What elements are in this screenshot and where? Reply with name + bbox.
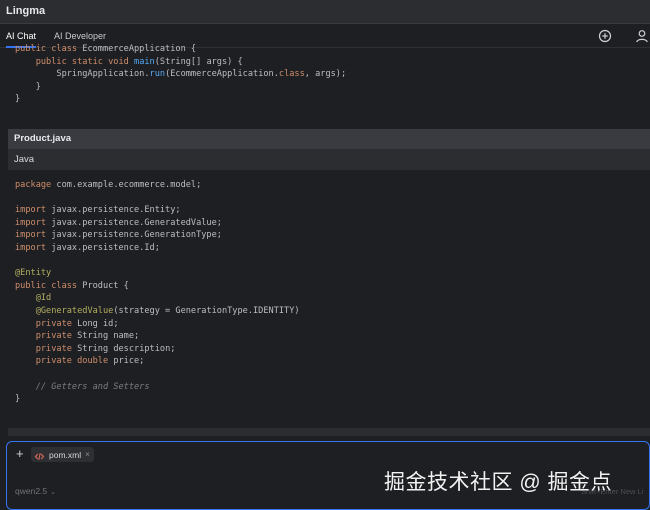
code-token: private double (35, 356, 114, 367)
code-line: SpringApplication.run(EcommerceApplicati… (15, 68, 640, 81)
code-token: Long id; (77, 318, 119, 329)
code-token: import (15, 230, 52, 241)
watermark-text: 掘金技术社区 @ 掘金点 (384, 471, 612, 494)
context-file-chip[interactable]: pom.xml × (31, 447, 94, 462)
code-language-label: Java (14, 154, 35, 165)
model-selector[interactable]: qwen2.5 ⌄ (15, 486, 56, 496)
code-token: EcommerceApplication { (82, 44, 197, 54)
panel-divider (8, 428, 650, 436)
code-token: (strategy = GenerationType.IDENTITY) (113, 305, 300, 316)
code-token: } (15, 394, 21, 405)
code-token: com.example.ecommerce.model; (56, 180, 202, 190)
plus-circle-icon[interactable] (597, 28, 613, 44)
code-token: String name; (77, 331, 140, 342)
code-language-row: Java (8, 149, 650, 170)
code-line: @Entity (15, 267, 645, 280)
code-token: javax.persistence.Id; (51, 242, 160, 253)
chevron-down-icon: ⌄ (50, 489, 57, 496)
code-token: @GeneratedValue (35, 305, 114, 316)
code-token: (EcommerceApplication. (165, 69, 279, 80)
code-token: import (15, 217, 52, 228)
code-token: run (149, 69, 166, 80)
code-token: import (15, 205, 52, 216)
code-line: public class EcommerceApplication { (15, 43, 640, 56)
code-line: import javax.persistence.Id; (15, 242, 645, 255)
code-token: // Getters and Setters (35, 381, 150, 392)
code-line: @Id (15, 292, 645, 305)
code-line: } (15, 393, 645, 406)
code-token: private (35, 343, 78, 354)
tab-ai-chat[interactable]: AI Chat (6, 31, 36, 41)
code-line: private String name; (15, 330, 645, 343)
code-line: @GeneratedValue(strategy = GenerationTyp… (15, 305, 645, 318)
code-token: javax.persistence.Entity; (51, 205, 181, 216)
title-bar: Lingma (0, 0, 650, 24)
tab-ai-developer[interactable]: AI Developer (54, 31, 106, 41)
code-token: , args); (304, 69, 347, 80)
code-token: public class (15, 44, 83, 54)
code-token: private (35, 318, 78, 329)
code-block: Java package com.example.ecommerce.model… (8, 149, 650, 428)
app-title: Lingma (6, 5, 46, 17)
code-token: javax.persistence.GenerationType; (51, 230, 222, 241)
code-line: import javax.persistence.Entity; (15, 204, 645, 217)
code-line: private double price; (15, 355, 645, 368)
code-token: SpringApplication. (15, 69, 150, 80)
code-line: public static void main(String[] args) { (15, 56, 640, 69)
context-file-name: pom.xml (49, 449, 82, 460)
code-line: } (15, 93, 640, 106)
code-block-header: Product.java (8, 129, 650, 149)
code-line: private String description; (15, 343, 645, 356)
code-token: private (35, 331, 78, 342)
code-block-filename: Product.java (14, 133, 72, 144)
lingma-window: Lingma AI Chat AI Developer public class… (0, 0, 650, 510)
code-snippet-application: public class EcommerceApplication { publ… (15, 43, 640, 111)
model-name: qwen2.5 (15, 486, 48, 496)
code-token: @Id (35, 293, 52, 304)
code-token: price; (113, 356, 145, 367)
code-token: public static void (35, 56, 135, 67)
code-token: @Entity (15, 268, 52, 279)
code-file-icon (34, 449, 45, 461)
code-token: } (15, 81, 41, 92)
code-token: main (134, 56, 155, 67)
code-line: public class Product { (15, 280, 645, 293)
code-block-content: package com.example.ecommerce.model; imp… (15, 179, 645, 419)
code-token: } (15, 94, 21, 105)
add-context-button[interactable]: + (16, 447, 24, 460)
code-token: javax.persistence.GeneratedValue; (51, 217, 222, 228)
code-line: package com.example.ecommerce.model; (15, 179, 645, 192)
code-token: class (278, 69, 305, 80)
code-token: public class (15, 280, 83, 291)
remove-file-icon[interactable]: × (85, 450, 90, 459)
code-line: } (15, 81, 640, 94)
code-line: import javax.persistence.GenerationType; (15, 229, 645, 242)
code-token: Product { (82, 280, 129, 291)
code-line: import javax.persistence.GeneratedValue; (15, 217, 645, 230)
code-line: private Long id; (15, 318, 645, 331)
code-token: String description; (77, 343, 176, 354)
user-icon[interactable] (634, 28, 650, 44)
code-token: package (15, 180, 57, 190)
code-token: import (15, 242, 52, 253)
code-token: (String[] args) { (154, 56, 243, 67)
code-line: // Getters and Setters (15, 381, 645, 394)
